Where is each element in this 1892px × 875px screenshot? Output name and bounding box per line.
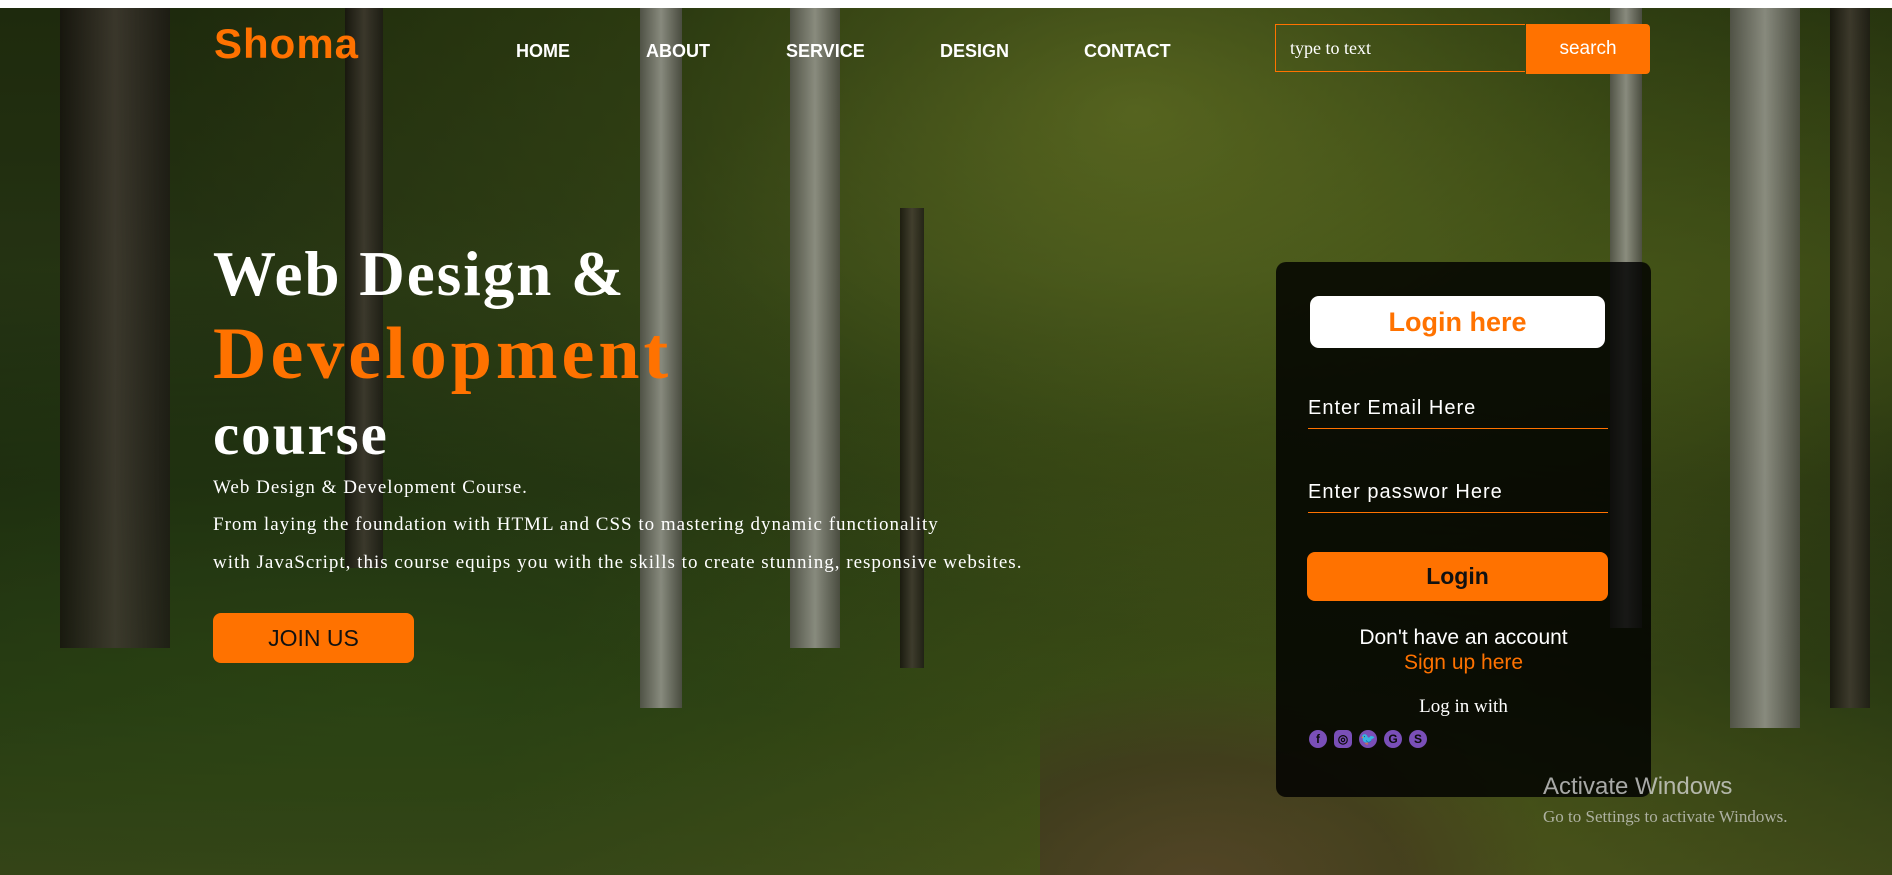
login-card: Login here Login Don't have an account S… xyxy=(1276,262,1651,797)
no-account-text: Don't have an account xyxy=(1359,626,1568,649)
twitter-icon[interactable]: 🐦 xyxy=(1359,730,1377,748)
email-field[interactable] xyxy=(1308,389,1608,429)
nav-home[interactable]: HOME xyxy=(516,41,570,62)
hero-description-2: From laying the foundation with HTML and… xyxy=(213,514,939,535)
google-icon[interactable]: G xyxy=(1384,730,1402,748)
hero-title-line-2: Development xyxy=(213,313,673,395)
hero-description-1: Web Design & Development Course. xyxy=(213,477,528,498)
search-button[interactable]: search xyxy=(1526,24,1650,74)
nav-about[interactable]: ABOUT xyxy=(646,41,710,62)
nav-design[interactable]: DESIGN xyxy=(940,41,1009,62)
social-icons: f ◎ 🐦 G S xyxy=(1309,730,1427,748)
nav-contact[interactable]: CONTACT xyxy=(1084,41,1171,62)
login-with-text: Log in with xyxy=(1419,696,1508,717)
page: Shoma HOME ABOUT SERVICE DESIGN CONTACT … xyxy=(0,0,1892,875)
brand-logo[interactable]: Shoma xyxy=(214,20,359,68)
instagram-icon[interactable]: ◎ xyxy=(1334,730,1352,748)
windows-watermark-subtitle: Go to Settings to activate Windows. xyxy=(1543,807,1788,826)
facebook-icon[interactable]: f xyxy=(1309,730,1327,748)
login-title: Login here xyxy=(1310,296,1605,348)
join-us-button[interactable]: JOIN US xyxy=(213,613,414,663)
nav-service[interactable]: SERVICE xyxy=(786,41,865,62)
login-button[interactable]: Login xyxy=(1307,552,1608,601)
windows-watermark-title: Activate Windows xyxy=(1543,773,1733,800)
search-input[interactable] xyxy=(1275,24,1525,72)
top-border xyxy=(0,0,1892,8)
hero-title-line-1: Web Design & xyxy=(213,239,626,309)
skype-icon[interactable]: S xyxy=(1409,730,1427,748)
password-field[interactable] xyxy=(1308,473,1608,513)
signup-link[interactable]: Sign up here xyxy=(1276,651,1651,675)
hero-description-3: with JavaScript, this course equips you … xyxy=(213,552,1023,573)
hero-title-line-3: course xyxy=(213,401,389,467)
